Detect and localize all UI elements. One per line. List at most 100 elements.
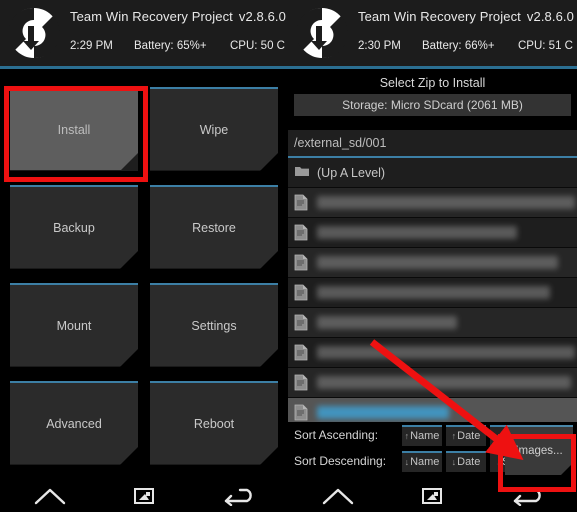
sort-asc-date-label: Date xyxy=(457,430,481,442)
file-list-item[interactable] xyxy=(288,218,577,248)
sort-descending-label: Sort Descending: xyxy=(294,454,387,468)
wipe-button-label: Wipe xyxy=(199,123,229,137)
install-button-label: Install xyxy=(57,123,91,137)
file-name-redacted xyxy=(317,406,449,419)
file-icon xyxy=(294,224,310,242)
storage-selector[interactable]: Storage: Micro SDcard (2061 MB) xyxy=(294,94,571,116)
install-button[interactable]: Install xyxy=(10,87,138,171)
file-list-item[interactable] xyxy=(288,278,577,308)
file-name-redacted xyxy=(317,196,575,209)
sort-desc-arrow-icon: ↓ xyxy=(404,456,410,467)
file-list-item[interactable] xyxy=(288,338,577,368)
right-cpu-temp: CPU: 51 C xyxy=(518,40,573,52)
file-name-redacted xyxy=(317,286,550,299)
right-app-title: Team Win Recovery Project v2.8.6.0 xyxy=(358,9,574,24)
path-spacer xyxy=(288,116,577,130)
restore-button[interactable]: Restore xyxy=(150,185,278,269)
file-icon xyxy=(294,194,310,212)
right-panel: Team Win Recovery Project v2.8.6.0 2:30 P… xyxy=(288,0,577,512)
file-icon xyxy=(294,284,310,302)
sort-ascending-label: Sort Ascending: xyxy=(294,428,379,442)
file-name-redacted xyxy=(317,376,571,389)
left-header: Team Win Recovery Project v2.8.6.0 2:29 P… xyxy=(0,0,288,66)
left-status-bar: 2:29 PM Battery: 65%+ CPU: 50 C xyxy=(70,40,285,52)
sort-controls: Sort Ascending: ↑Name ↑Date ↑Size Sort D… xyxy=(288,422,577,480)
main-menu-grid: Install Wipe Backup Restore Mount Settin… xyxy=(0,71,288,465)
page-title: Select Zip to Install xyxy=(379,76,486,90)
advanced-button-label: Advanced xyxy=(46,417,102,431)
right-header: Team Win Recovery Project v2.8.6.0 2:30 P… xyxy=(288,0,577,66)
reboot-button[interactable]: Reboot xyxy=(150,381,278,465)
folder-icon xyxy=(294,164,310,182)
file-name-redacted xyxy=(317,226,517,239)
right-status-bar: 2:30 PM Battery: 66%+ CPU: 51 C xyxy=(358,40,573,52)
sort-asc-arrow-icon: ↑ xyxy=(404,430,410,441)
sort-desc-arrow-icon: ↓ xyxy=(496,456,502,467)
twrp-logo-icon xyxy=(6,4,62,62)
home-icon[interactable] xyxy=(321,486,355,506)
settings-button[interactable]: Settings xyxy=(150,283,278,367)
twrp-screenshot: Team Win Recovery Project v2.8.6.0 2:29 P… xyxy=(0,0,577,512)
left-panel: Team Win Recovery Project v2.8.6.0 2:29 P… xyxy=(0,0,288,512)
current-path: /external_sd/001 xyxy=(288,130,577,158)
backup-button[interactable]: Backup xyxy=(10,185,138,269)
restore-button-label: Restore xyxy=(192,221,236,235)
file-icon xyxy=(294,344,310,362)
reboot-button-label: Reboot xyxy=(193,417,235,431)
file-name-redacted xyxy=(317,346,575,359)
back-icon[interactable] xyxy=(510,486,544,506)
menu-row-2: Backup Restore xyxy=(10,185,278,269)
file-list-item[interactable] xyxy=(288,248,577,278)
right-clock: 2:30 PM xyxy=(358,40,401,52)
sort-asc-name-button[interactable]: ↑ Name xyxy=(402,424,442,446)
file-icon xyxy=(294,404,310,422)
menu-row-4: Advanced Reboot xyxy=(10,381,278,465)
sort-asc-arrow-icon: ↑ xyxy=(496,430,502,441)
mount-button-label: Mount xyxy=(56,319,92,333)
sort-asc-arrow-icon: ↑ xyxy=(451,430,457,441)
wipe-button[interactable]: Wipe xyxy=(150,87,278,171)
file-icon xyxy=(294,254,310,272)
twrp-logo-icon xyxy=(294,4,350,62)
recents-icon[interactable] xyxy=(421,486,443,506)
file-list-item[interactable]: (Up A Level) xyxy=(288,158,577,188)
home-icon[interactable] xyxy=(33,486,67,506)
file-name-redacted xyxy=(317,256,558,269)
left-clock: 2:29 PM xyxy=(70,40,113,52)
file-list-item[interactable] xyxy=(288,308,577,338)
sort-desc-arrow-icon: ↓ xyxy=(451,456,457,467)
file-list-item[interactable] xyxy=(288,368,577,398)
left-android-navbar xyxy=(0,480,288,512)
file-name-redacted xyxy=(317,316,457,329)
mount-button[interactable]: Mount xyxy=(10,283,138,367)
recents-icon[interactable] xyxy=(133,486,155,506)
sort-desc-name-button[interactable]: ↓ Name xyxy=(402,450,442,472)
file-icon xyxy=(294,374,310,392)
right-app-name: Team Win Recovery Project xyxy=(358,9,521,24)
file-name-label: (Up A Level) xyxy=(317,165,386,180)
back-icon[interactable] xyxy=(221,486,255,506)
menu-row-3: Mount Settings xyxy=(10,283,278,367)
left-battery: Battery: 65%+ xyxy=(134,40,207,52)
file-list[interactable]: (Up A Level) xyxy=(288,158,577,428)
sort-desc-date-button[interactable]: ↓ Date xyxy=(446,450,486,472)
sort-desc-date-label: Date xyxy=(457,456,481,468)
settings-button-label: Settings xyxy=(191,319,237,333)
menu-row-1: Install Wipe xyxy=(10,87,278,171)
sort-desc-name-label: Name xyxy=(410,456,440,468)
left-app-title: Team Win Recovery Project v2.8.6.0 xyxy=(70,9,286,24)
right-app-version: v2.8.6.0 xyxy=(526,9,574,24)
file-icon xyxy=(294,314,310,332)
right-battery: Battery: 66%+ xyxy=(422,40,495,52)
images-button-label: Images... xyxy=(515,445,563,457)
left-app-version: v2.8.6.0 xyxy=(238,9,286,24)
storage-label: Storage: Micro SDcard (2061 MB) xyxy=(342,98,523,112)
sort-asc-date-button[interactable]: ↑ Date xyxy=(446,424,486,446)
sort-asc-name-label: Name xyxy=(410,430,440,442)
images-button[interactable]: Images... xyxy=(505,425,573,475)
backup-button-label: Backup xyxy=(53,221,95,235)
right-android-navbar xyxy=(288,480,577,512)
current-path-label: /external_sd/001 xyxy=(294,136,387,150)
file-list-item[interactable] xyxy=(288,188,577,218)
advanced-button[interactable]: Advanced xyxy=(10,381,138,465)
